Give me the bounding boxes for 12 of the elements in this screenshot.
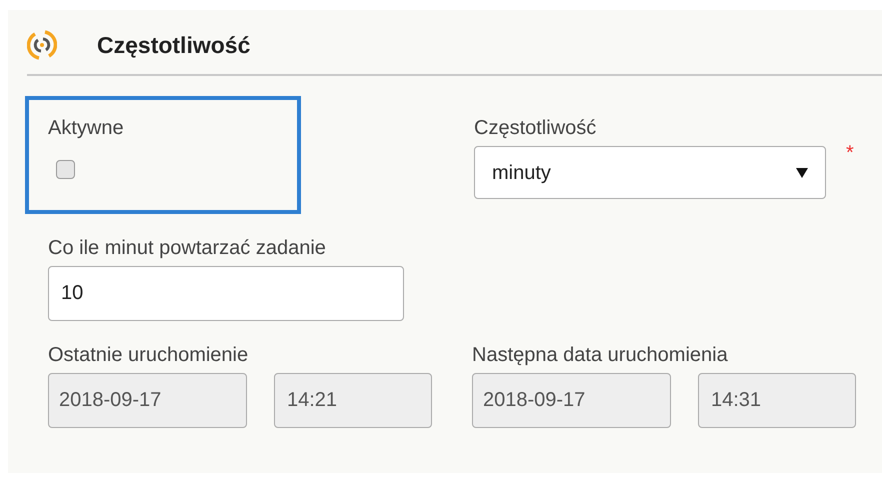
active-checkbox[interactable] (56, 160, 75, 179)
field-label: Aktywne (48, 116, 125, 140)
field-label: Następna data uruchomienia (472, 343, 729, 367)
signal-icon (27, 30, 57, 60)
field-label: Co ile minut powtarzać zadanie (48, 236, 327, 260)
field-label: Ostatnie uruchomienie (48, 343, 250, 367)
frequency-select[interactable]: minuty (474, 146, 826, 199)
interval-input[interactable]: 10 (48, 266, 404, 321)
section-title: Częstotliwość (97, 30, 250, 60)
required-mark: * (846, 141, 854, 166)
dropdown-arrow-icon (796, 168, 808, 178)
field-label: Częstotliwość (474, 116, 598, 140)
